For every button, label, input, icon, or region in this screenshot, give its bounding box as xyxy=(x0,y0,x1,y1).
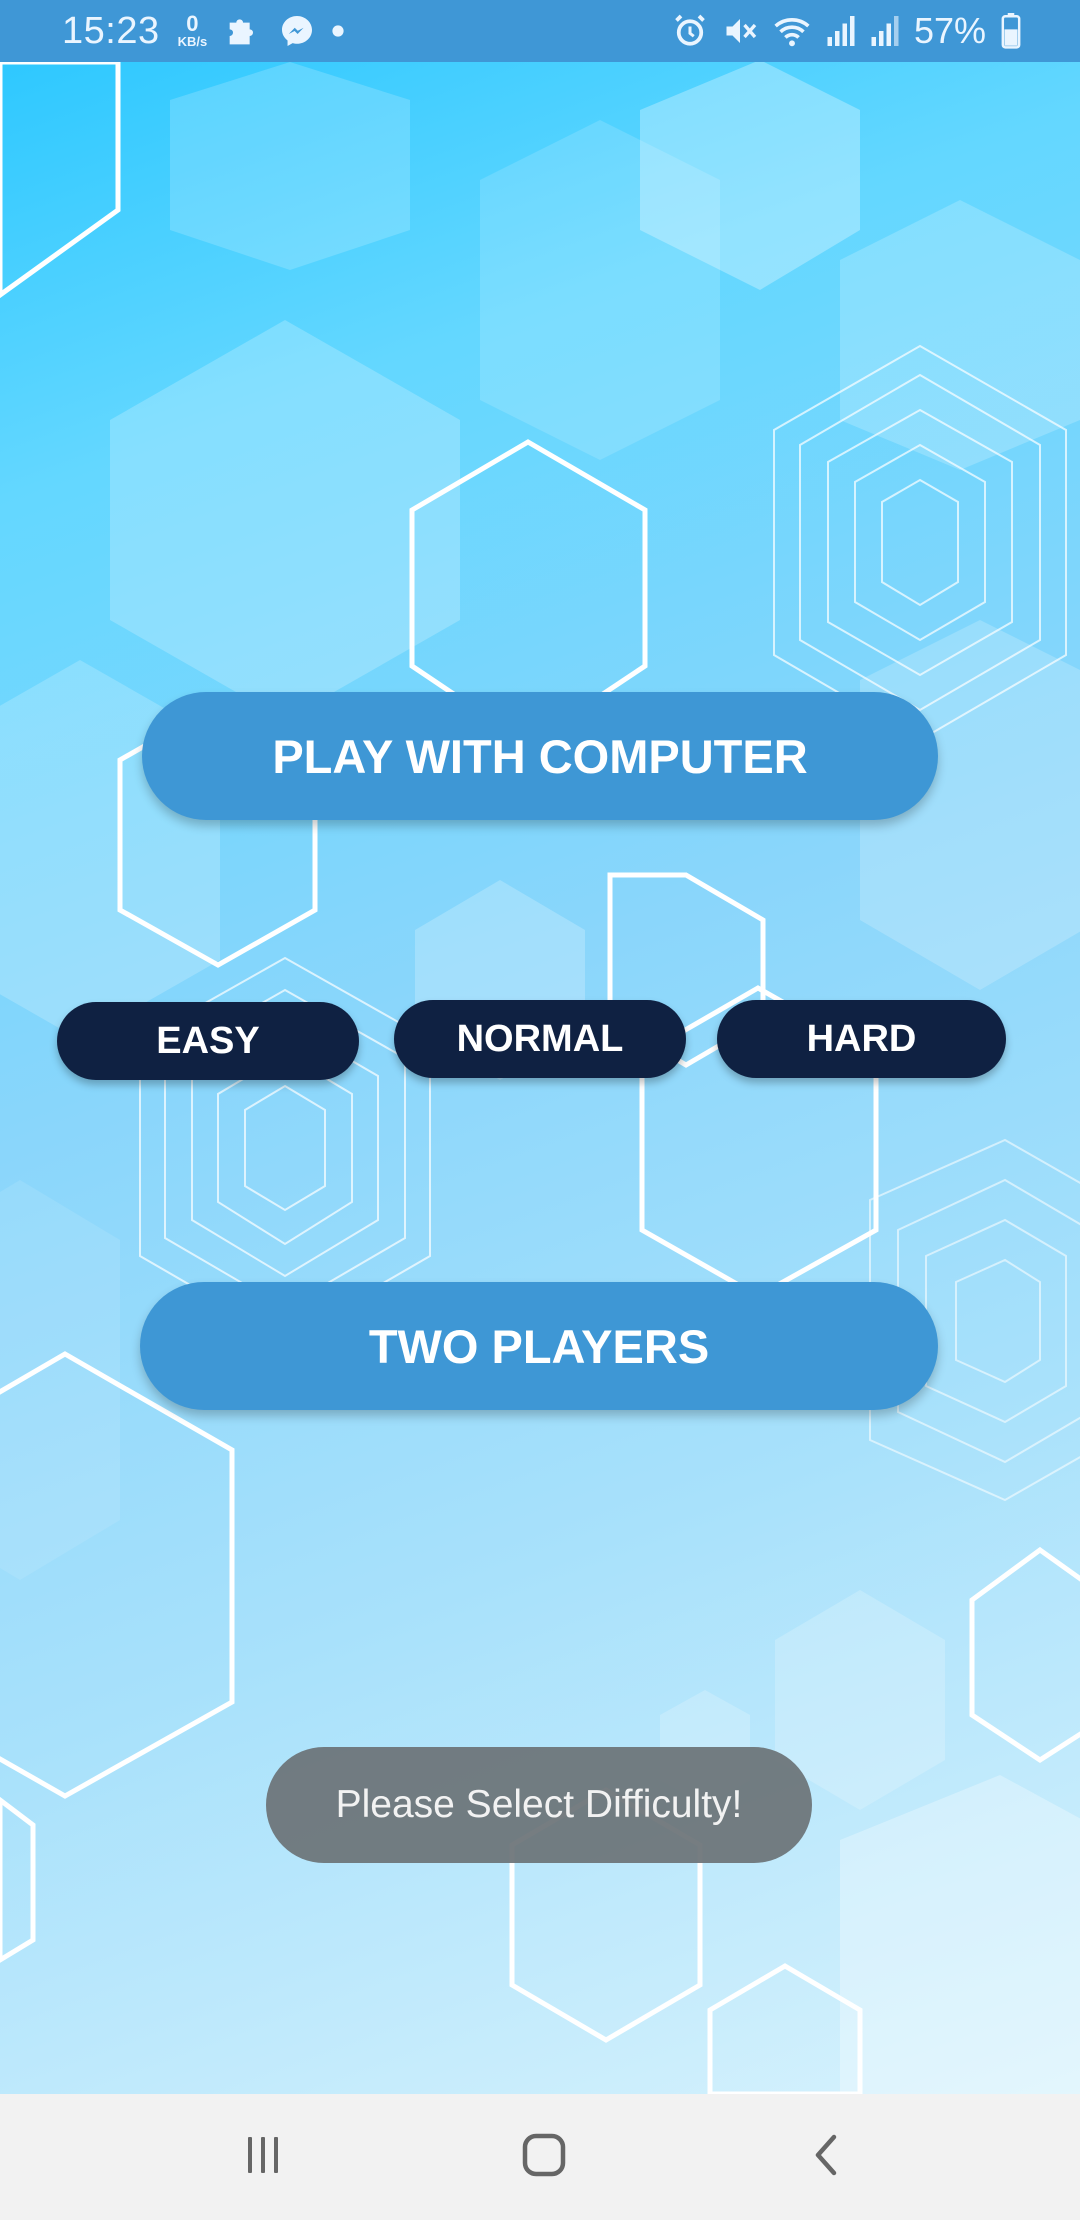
play-with-computer-button[interactable]: PLAY WITH COMPUTER xyxy=(142,692,938,820)
mute-icon xyxy=(722,13,758,49)
status-bar: 15:23 0 KB/s 57% xyxy=(0,0,1080,62)
network-speed-value: 0 xyxy=(186,11,199,36)
signal-icon xyxy=(870,14,900,48)
alarm-icon xyxy=(672,13,708,49)
dot-icon xyxy=(331,24,345,38)
signal-icon xyxy=(826,14,856,48)
status-left: 15:23 0 KB/s xyxy=(62,0,345,62)
navigation-bar xyxy=(0,2094,1080,2220)
messenger-icon xyxy=(279,13,315,49)
network-speed: 0 KB/s xyxy=(178,13,208,49)
wifi-icon xyxy=(772,13,812,49)
battery-icon xyxy=(1000,13,1022,49)
recent-apps-icon xyxy=(241,2133,285,2182)
status-right: 57% xyxy=(658,0,1022,62)
recent-apps-button[interactable] xyxy=(203,2094,323,2220)
network-speed-unit: KB/s xyxy=(177,34,208,49)
app-screen: PLAY WITH COMPUTER EASY NORMAL HARD TWO … xyxy=(0,62,1080,2094)
status-time: 15:23 xyxy=(62,9,160,52)
easy-button[interactable]: EASY xyxy=(57,1002,359,1080)
hard-button[interactable]: HARD xyxy=(717,1000,1006,1078)
battery-percent: 57% xyxy=(913,10,986,51)
puzzle-icon xyxy=(223,11,263,51)
home-icon xyxy=(520,2131,568,2184)
two-players-button[interactable]: TWO PLAYERS xyxy=(140,1282,938,1410)
back-icon xyxy=(806,2131,846,2184)
toast-message: Please Select Difficulty! xyxy=(266,1747,812,1863)
home-button[interactable] xyxy=(484,2094,604,2220)
normal-button[interactable]: NORMAL xyxy=(394,1000,686,1078)
back-button[interactable] xyxy=(766,2094,886,2220)
